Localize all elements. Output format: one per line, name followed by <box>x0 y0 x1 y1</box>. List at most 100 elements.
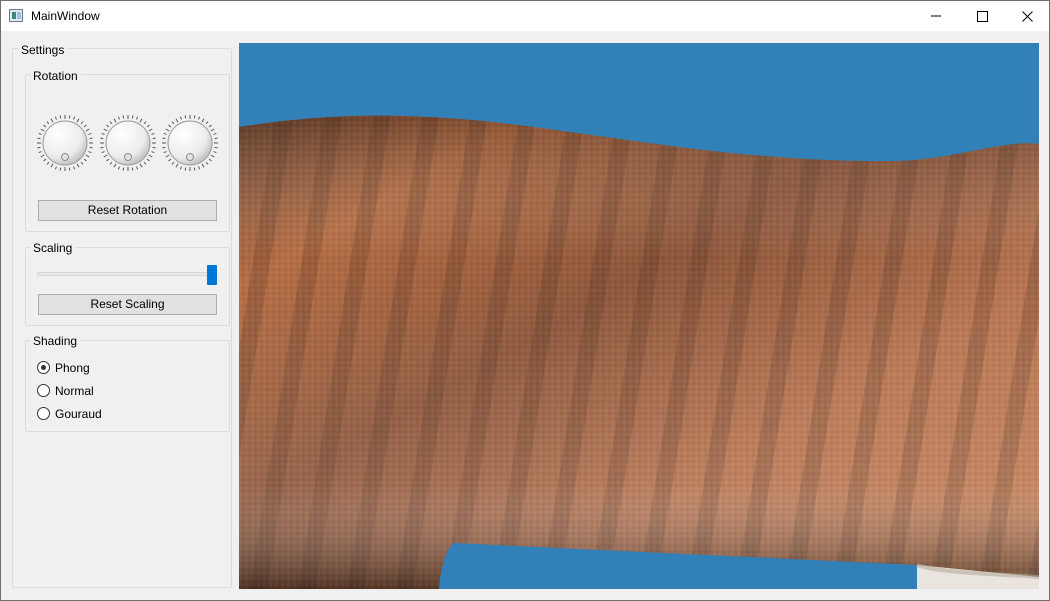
maximize-button[interactable] <box>959 1 1005 31</box>
dial-tick <box>136 116 139 120</box>
dial-tick <box>168 158 172 162</box>
radio-label: Gouraud <box>55 407 102 421</box>
dial-tick <box>106 158 110 162</box>
dial-tick <box>83 124 87 128</box>
shading-title: Shading <box>30 334 81 348</box>
rotation-x-dial[interactable] <box>35 113 95 173</box>
dial-tick <box>54 116 57 120</box>
dial-tick <box>85 154 90 158</box>
dial-tick <box>50 118 54 123</box>
dial-tick <box>143 161 147 165</box>
dial-tick <box>109 161 113 165</box>
dial-tick <box>100 137 104 140</box>
dial-tick <box>80 121 84 125</box>
dial-tick <box>88 151 92 154</box>
dial-tick <box>131 115 134 119</box>
dial-tick <box>205 161 209 165</box>
scaling-slider-groove[interactable] <box>37 272 217 276</box>
dial-tick <box>100 146 104 149</box>
rotation-title: Rotation <box>30 69 81 83</box>
dial-tick <box>113 118 117 123</box>
rotation-y-dial[interactable] <box>98 113 158 173</box>
dial-tick <box>175 118 179 123</box>
dial-tick <box>208 124 212 128</box>
dial-tick <box>117 116 120 120</box>
dial-tick <box>210 128 215 132</box>
shading-option-gouraud[interactable]: Gouraud <box>37 406 197 422</box>
dial-tick <box>59 167 62 171</box>
dial-tick <box>179 116 182 120</box>
dial-tick <box>165 128 170 132</box>
dial-tick <box>76 163 80 168</box>
dial-tick <box>122 167 125 171</box>
reset-rotation-button[interactable]: Reset Rotation <box>38 200 217 221</box>
dial-tick <box>146 124 150 128</box>
dial-tick <box>80 161 84 165</box>
dial-tick <box>68 167 71 171</box>
dial-tick <box>131 167 134 171</box>
shading-option-normal[interactable]: Normal <box>37 383 197 399</box>
dial-tick <box>214 146 218 149</box>
dial-tick <box>205 121 209 125</box>
cat-fur-model[interactable] <box>239 43 1039 589</box>
close-icon <box>1021 10 1033 22</box>
scaling-title: Scaling <box>30 241 76 255</box>
dial-tick <box>208 158 212 162</box>
dial-tick <box>122 115 125 119</box>
dial-tick <box>184 115 187 119</box>
main-window: MainWindow Settings Rotation Reset Rotat… <box>0 0 1050 601</box>
dial-tick <box>101 151 105 154</box>
dial-tick <box>37 146 41 149</box>
dial-tick <box>168 124 172 128</box>
dial-tick <box>184 167 187 171</box>
dial-tick <box>38 132 42 135</box>
radio-label: Normal <box>55 384 94 398</box>
dial-tick <box>117 166 120 170</box>
shading-option-phong[interactable]: Phong <box>37 360 197 376</box>
dial-tick <box>106 124 110 128</box>
dial-tick <box>40 154 45 158</box>
dial-tick <box>151 151 155 154</box>
reset-scaling-button[interactable]: Reset Scaling <box>38 294 217 315</box>
dial-tick <box>152 137 156 140</box>
dial-tick <box>89 137 93 140</box>
dial-tick <box>148 154 153 158</box>
radio-icon[interactable] <box>37 407 50 420</box>
dial-tick <box>37 137 41 140</box>
dial-tick <box>109 121 113 125</box>
dial-tick <box>139 118 143 123</box>
rotation-z-dial[interactable] <box>160 113 220 173</box>
dial-tick <box>68 115 71 119</box>
window-title: MainWindow <box>31 9 100 23</box>
scaling-slider-handle[interactable] <box>207 265 217 285</box>
title-bar[interactable]: MainWindow <box>1 1 1049 31</box>
dial-tick <box>152 146 156 149</box>
dial-tick <box>76 118 80 123</box>
dial-tick <box>162 146 166 149</box>
minimize-button[interactable] <box>913 1 959 31</box>
radio-selected-icon[interactable] <box>37 361 50 374</box>
maximize-icon <box>976 10 988 22</box>
dial-tick <box>143 121 147 125</box>
dial-tick <box>59 115 62 119</box>
dial-tick <box>198 166 201 170</box>
minimize-icon <box>931 15 941 17</box>
3d-viewport[interactable] <box>239 43 1039 589</box>
dial-tick <box>151 132 155 135</box>
dial-tick <box>162 137 166 140</box>
dial-tick <box>73 116 76 120</box>
dial-tick <box>89 146 93 149</box>
dial-tick <box>210 154 215 158</box>
dial-tick <box>201 163 205 168</box>
dial-tick <box>201 118 205 123</box>
dial-tick <box>175 163 179 168</box>
dial-tick <box>198 116 201 120</box>
dial-tick <box>50 163 54 168</box>
dial-tick <box>88 132 92 135</box>
dial-tick <box>38 151 42 154</box>
radio-icon[interactable] <box>37 384 50 397</box>
close-button[interactable] <box>1004 1 1050 31</box>
dial-tick <box>103 128 108 132</box>
dial-tick <box>101 132 105 135</box>
dial-tick <box>165 154 170 158</box>
